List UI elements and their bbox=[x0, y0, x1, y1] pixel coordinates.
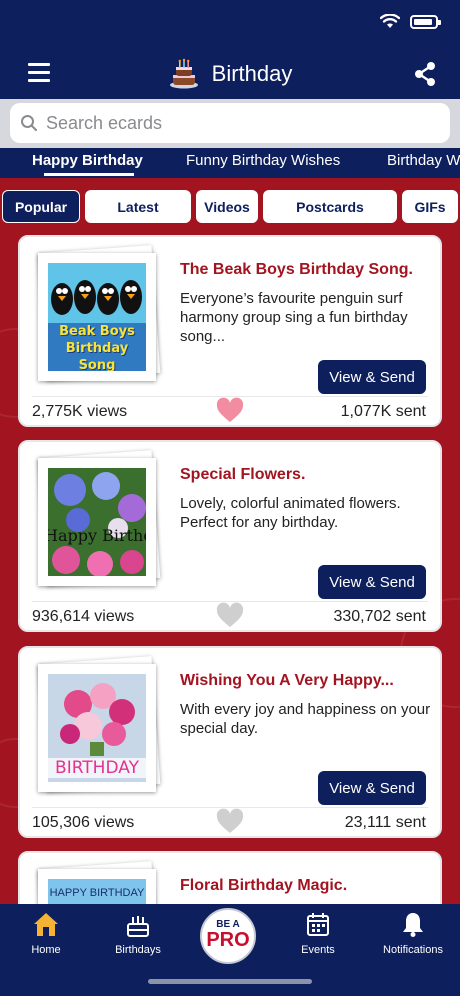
heart-icon[interactable] bbox=[216, 397, 244, 425]
home-indicator bbox=[148, 979, 312, 984]
view-count: 105,306 views bbox=[32, 814, 135, 831]
search-bar[interactable] bbox=[10, 103, 450, 143]
ecard-card[interactable]: Happy Birthday Special Flowers. Lovely, … bbox=[18, 440, 442, 632]
status-icons bbox=[380, 14, 441, 29]
tab-events[interactable]: Events bbox=[273, 910, 363, 956]
thumbnail-caption: HAPPY BIRTHDAY bbox=[49, 887, 145, 899]
filter-row: Popular Latest Videos Postcards GIFs bbox=[0, 190, 460, 224]
category-tabs: Happy Birthday Funny Birthday Wishes Bir… bbox=[0, 148, 460, 178]
ecard-card[interactable]: BIRTHDAY Wishing You A Very Happy... Wit… bbox=[18, 646, 442, 838]
ecard-thumbnail[interactable]: BIRTHDAY bbox=[38, 664, 156, 792]
ecard-card[interactable]: HAPPY BIRTHDAY Floral Birthday Magic. bbox=[18, 851, 442, 904]
filter-popular[interactable]: Popular bbox=[2, 190, 80, 223]
ecard-thumbnail[interactable]: Happy Birthday bbox=[38, 458, 156, 586]
card-title[interactable]: Special Flowers. bbox=[180, 466, 430, 484]
thumbnail-image: HAPPY BIRTHDAY bbox=[48, 879, 146, 904]
thumbnail-image: BIRTHDAY bbox=[48, 674, 146, 782]
sent-count: 23,111 sent bbox=[344, 814, 426, 831]
filter-gifs[interactable]: GIFs bbox=[402, 190, 458, 223]
tab-birthdays[interactable]: Birthdays bbox=[93, 910, 183, 956]
be-a-pro-button[interactable]: BE A PRO bbox=[200, 908, 256, 964]
wifi-icon bbox=[380, 14, 400, 28]
tab-notifications[interactable]: Notifications bbox=[368, 910, 458, 956]
ecard-thumbnail[interactable]: Beak Boys Birthday Song bbox=[38, 253, 156, 381]
tab-label: Notifications bbox=[383, 944, 443, 956]
home-icon bbox=[34, 913, 58, 936]
search-icon bbox=[21, 115, 37, 131]
thumbnail-caption: BIRTHDAY bbox=[48, 758, 146, 778]
header-title-group: Birthday bbox=[0, 58, 460, 90]
heart-icon[interactable] bbox=[216, 808, 244, 836]
heart-icon[interactable] bbox=[216, 602, 244, 630]
card-description: With every joy and happiness on your spe… bbox=[180, 701, 431, 737]
cake-icon bbox=[127, 916, 149, 937]
sent-count: 330,702 sent bbox=[333, 608, 426, 625]
filter-latest[interactable]: Latest bbox=[85, 190, 191, 223]
search-bar-container bbox=[0, 99, 460, 149]
view-send-button[interactable]: View & Send bbox=[318, 565, 426, 599]
view-send-button[interactable]: View & Send bbox=[318, 771, 426, 805]
battery-icon bbox=[410, 14, 441, 29]
thumbnail-image: Beak Boys Birthday Song bbox=[48, 263, 146, 371]
tab-label: Birthdays bbox=[115, 944, 161, 956]
bell-icon bbox=[403, 913, 423, 937]
filter-postcards[interactable]: Postcards bbox=[263, 190, 397, 223]
app-header: Birthday bbox=[0, 50, 460, 100]
share-icon[interactable] bbox=[412, 61, 438, 87]
card-description: Lovely, colorful animated flowers. Perfe… bbox=[180, 495, 401, 531]
card-description: Everyone’s favourite penguin surf harmon… bbox=[180, 290, 408, 345]
flowers-illustration bbox=[52, 472, 146, 576]
ecard-thumbnail[interactable]: HAPPY BIRTHDAY bbox=[38, 869, 156, 904]
thumbnail-caption: Beak Boys Birthday Song bbox=[59, 324, 135, 371]
view-send-button[interactable]: View & Send bbox=[318, 360, 426, 394]
sent-count: 1,077K sent bbox=[340, 403, 426, 420]
tab-home[interactable]: Home bbox=[1, 910, 91, 956]
card-title[interactable]: Floral Birthday Magic. bbox=[180, 877, 430, 895]
card-title[interactable]: The Beak Boys Birthday Song. bbox=[180, 261, 430, 279]
active-tab-indicator bbox=[44, 173, 134, 176]
calendar-icon bbox=[307, 913, 329, 936]
status-bar bbox=[0, 0, 460, 50]
view-count: 2,775K views bbox=[32, 403, 128, 420]
tab-birthday-wishes[interactable]: Birthday Wishes bbox=[387, 152, 460, 169]
thumbnail-caption: Happy Birthday bbox=[48, 526, 146, 545]
ecard-card[interactable]: Beak Boys Birthday Song The Beak Boys Bi… bbox=[18, 235, 442, 427]
card-list[interactable]: Popular Latest Videos Postcards GIFs Bea… bbox=[0, 178, 460, 904]
thumbnail-image: Happy Birthday bbox=[48, 468, 146, 576]
tab-funny-birthday-wishes[interactable]: Funny Birthday Wishes bbox=[186, 152, 340, 169]
tab-label: Home bbox=[31, 944, 61, 956]
page-title: Birthday bbox=[211, 61, 293, 86]
filter-videos[interactable]: Videos bbox=[196, 190, 258, 223]
view-count: 936,614 views bbox=[32, 608, 135, 625]
tab-label: Events bbox=[301, 944, 335, 956]
tab-happy-birthday[interactable]: Happy Birthday bbox=[32, 152, 143, 169]
cake-icon bbox=[169, 58, 198, 89]
card-title[interactable]: Wishing You A Very Happy... bbox=[180, 672, 430, 690]
pro-label: PRO bbox=[206, 929, 250, 951]
search-input[interactable] bbox=[46, 112, 426, 134]
